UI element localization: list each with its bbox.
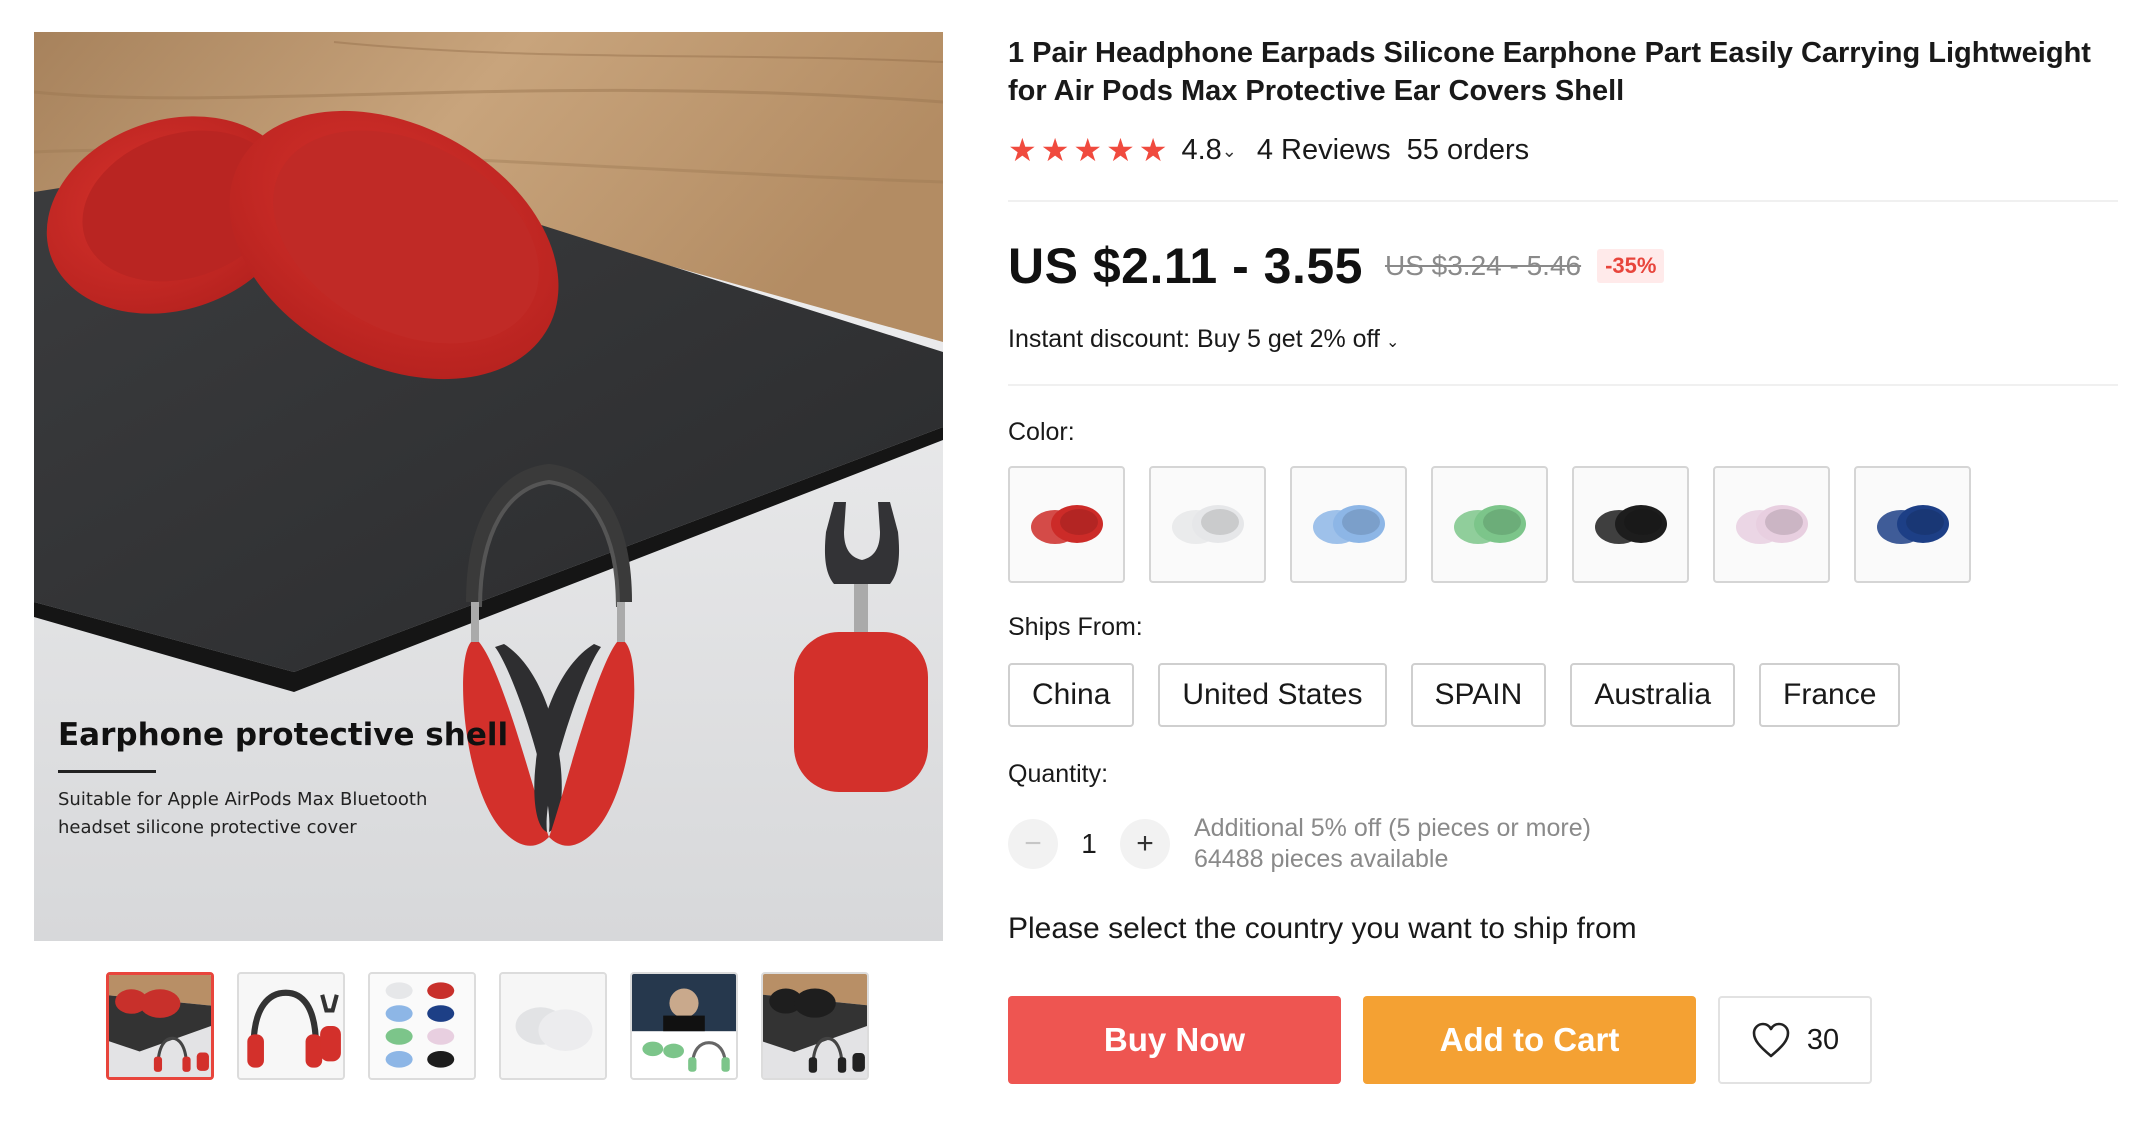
thumbnail-4-image [501,974,605,1078]
thumbnail-2[interactable] [237,972,345,1080]
color-swatch-4[interactable] [1431,466,1548,583]
star-icon: ★ [1040,132,1070,168]
star-icon: ★ [1106,132,1135,168]
discount-badge: -35% [1597,249,1665,283]
current-price: US $2.11 - 3.55 [1008,238,1363,294]
color-swatches [1008,466,1971,583]
color-label: Color: [1008,418,1075,446]
color-swatch-1[interactable] [1008,466,1125,583]
product-title: 1 Pair Headphone Earpads Silicone Earpho… [1008,37,2091,107]
ships-from-options: China United States SPAIN Australia Fran… [1008,663,1901,727]
reviews-link[interactable]: 4 Reviews [1257,134,1391,167]
wishlist-button[interactable]: 30 [1718,996,1872,1084]
quantity-value[interactable]: 1 [1058,828,1120,860]
quantity-decrease-button[interactable]: − [1008,819,1058,869]
ship-from-prompt: Please select the country you want to sh… [1008,912,1637,945]
ship-option-china[interactable]: China [1008,663,1135,727]
action-buttons: Buy Now Add to Cart 30 [1008,996,1872,1084]
ship-option-united-states[interactable]: United States [1158,663,1387,727]
thumbnail-1[interactable] [106,972,214,1080]
ship-option-australia[interactable]: Australia [1570,663,1736,727]
quantity-stepper: − 1 + Additional 5% off (5 pieces or mor… [1008,813,1591,875]
bulk-discount-note: Additional 5% off (5 pieces or more) [1194,814,1591,842]
price-row: US $2.11 - 3.55 US $3.24 - 5.46 -35% [1008,236,1665,296]
quantity-label: Quantity: [1008,760,1109,788]
add-to-cart-button[interactable]: Add to Cart [1363,996,1696,1084]
chevron-down-icon: ⌄ [1386,334,1400,351]
color-swatch-image [1312,504,1385,544]
thumbnail-1-image [109,975,211,1077]
color-swatch-image [1735,504,1808,544]
image-headline: Earphone protective shell [58,717,509,753]
rating-value: 4.8 [1181,133,1222,166]
thumbnail-strip [106,972,869,1080]
thumbnail-6[interactable] [761,972,869,1080]
star-icon: ★ [1008,132,1037,168]
buy-now-button[interactable]: Buy Now [1008,996,1341,1084]
quantity-info: Additional 5% off (5 pieces or more) 644… [1194,813,1591,875]
thumbnail-5-image [632,974,736,1078]
heart-icon [1752,1022,1790,1058]
ship-option-spain[interactable]: SPAIN [1410,663,1547,727]
divider [1008,384,2118,386]
thumbnail-3[interactable] [368,972,476,1080]
instant-discount-dropdown[interactable]: Instant discount: Buy 5 get 2% off ⌄ [1008,325,1399,354]
chevron-down-icon: ⌄ [1221,140,1237,161]
instant-discount-text: Instant discount: Buy 5 get 2% off [1008,325,1380,353]
color-swatch-image [1030,504,1103,544]
color-swatch-5[interactable] [1572,466,1689,583]
color-swatch-image [1876,504,1949,544]
color-swatch-7[interactable] [1854,466,1971,583]
main-product-image[interactable]: Earphone protective shell Suitable for A… [34,32,943,941]
rating-value-dropdown[interactable]: 4.8⌄ [1181,134,1236,167]
color-swatch-image [1453,504,1526,544]
star-icon: ★ [1138,132,1168,168]
image-subtitle: Suitable for Apple AirPods Max Bluetooth… [58,789,428,838]
color-swatch-3[interactable] [1290,466,1407,583]
thumbnail-4[interactable] [499,972,607,1080]
star-rating: ★ ★ ★ ★ ★ [1008,134,1167,166]
rating-row: ★ ★ ★ ★ ★ 4.8⌄ 4 Reviews 55 orders [1008,130,1529,170]
thumbnail-3-image [370,974,474,1078]
divider [1008,200,2118,202]
color-swatch-2[interactable] [1149,466,1266,583]
image-headline-underline [58,770,156,773]
color-swatch-image [1171,504,1244,544]
color-swatch-image [1594,504,1667,544]
ship-option-france[interactable]: France [1759,663,1901,727]
orders-count: 55 orders [1406,133,1530,166]
original-price: US $3.24 - 5.46 [1384,250,1582,281]
stock-available: 64488 pieces available [1194,845,1449,873]
quantity-increase-button[interactable]: + [1120,819,1170,869]
thumbnail-5[interactable] [630,972,738,1080]
thumbnail-6-image [763,974,867,1078]
star-icon: ★ [1073,132,1103,168]
wishlist-count: 30 [1806,1023,1840,1056]
color-swatch-6[interactable] [1713,466,1830,583]
ships-from-label: Ships From: [1008,613,1143,641]
thumbnail-2-image [239,974,343,1078]
